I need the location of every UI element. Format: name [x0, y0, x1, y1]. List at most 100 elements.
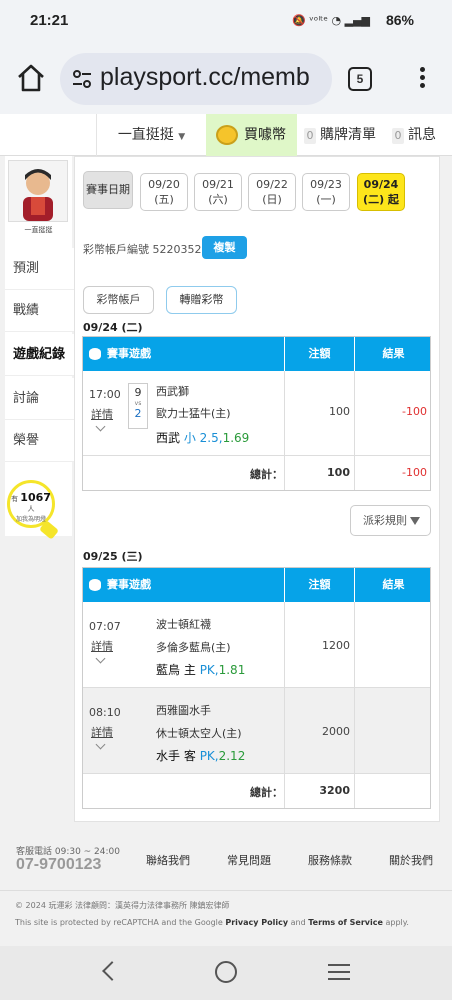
chevron-down-icon[interactable]: [95, 653, 106, 664]
account-id: 彩幣帳戶編號 52203525: [83, 243, 209, 256]
system-navigation-bar: [0, 946, 452, 1000]
database-icon: [89, 348, 101, 360]
bet-amount: 2000: [322, 725, 350, 738]
main-panel: 賽事日期 09/20 (五) 09/21 (六) 09/22 (日) 09/23…: [74, 156, 440, 822]
score-away: 9: [134, 386, 142, 399]
browser-toolbar: playsport.cc/memb 5: [0, 44, 452, 114]
sidebar-item-discussion[interactable]: 討論: [5, 378, 77, 420]
footer-link-contact[interactable]: 聯絡我們: [146, 852, 190, 868]
detail-link[interactable]: 詳情: [91, 406, 113, 422]
status-bar: 21:21 🔕 ᵛᵒˡᵗᵉ ◔ ▂▄▆ 86%: [0, 0, 452, 44]
bet-amount: 100: [329, 405, 350, 418]
terms-of-service-link[interactable]: Terms of Service: [308, 918, 383, 927]
privacy-policy-link[interactable]: Privacy Policy: [225, 918, 288, 927]
team-away: 波士頓紅襪: [156, 618, 211, 631]
tab-switcher-button[interactable]: 5: [348, 67, 372, 91]
home-circle-icon[interactable]: [215, 961, 237, 983]
date-button-0920[interactable]: 09/20 (五): [140, 173, 188, 211]
detail-link[interactable]: 詳情: [91, 724, 113, 740]
user-dropdown[interactable]: 一直挺挺 ▼: [96, 114, 206, 156]
date-button-0922[interactable]: 09/22 (日): [248, 173, 296, 211]
site-settings-icon[interactable]: [70, 67, 94, 91]
avatar-photo: [9, 161, 67, 221]
date-weekday: (日): [262, 193, 282, 206]
triangle-down-icon: [410, 517, 420, 525]
col-result: 結果: [354, 337, 432, 371]
detail-link[interactable]: 詳情: [91, 638, 113, 654]
game-table-0925: 賽事遊戲 注額 結果 07:07 詳情 波士頓紅襪 多倫多藍鳥(主) 藍鳥 主 …: [82, 567, 431, 809]
pick-side: 主: [183, 663, 196, 677]
date-button-0924[interactable]: 09/24 (二) 起: [357, 173, 405, 211]
pick-odds: 1.69: [222, 431, 250, 445]
battery-level: 86%: [385, 12, 414, 28]
game-time: 08:10: [89, 706, 121, 719]
footer-link-terms[interactable]: 服務條款: [308, 852, 352, 868]
phone-number[interactable]: 07-9700123: [16, 856, 101, 874]
day-heading: 09/24 (二): [83, 321, 143, 334]
date-button-0923[interactable]: 09/23 (一): [302, 173, 350, 211]
address-bar[interactable]: playsport.cc/memb: [60, 53, 332, 105]
tab-coin-account[interactable]: 彩幣帳戶: [83, 286, 154, 314]
pick-play: PK,: [199, 749, 219, 763]
fans-suffix: 人: [27, 505, 35, 513]
total-amount: 3200: [319, 784, 350, 797]
pick-team: 西武: [156, 431, 181, 445]
buy-coins-button[interactable]: 買噱幣: [206, 114, 297, 156]
vs-label: vs: [134, 400, 142, 407]
table-header: 賽事遊戲 注額 結果: [83, 568, 430, 602]
date-value: 09/20: [148, 178, 180, 191]
team-away: 西武獅: [156, 385, 189, 398]
team-home: 歐力士猛牛(主): [156, 407, 231, 420]
status-indicators: 🔕 ᵛᵒˡᵗᵉ ◔ ▂▄▆: [292, 14, 370, 27]
tab-transfer-coins[interactable]: 轉贈彩幣: [166, 286, 237, 314]
date-weekday: (六): [208, 193, 228, 206]
sidebar-item-game-history[interactable]: 遊戲紀錄: [5, 334, 77, 376]
total-result: -100: [402, 466, 427, 479]
payout-rules-label: 派彩規則: [363, 514, 407, 527]
total-row: 總計： 100 -100: [83, 456, 430, 490]
status-time: 21:21: [30, 12, 69, 29]
avatar[interactable]: [8, 160, 68, 222]
col-game: 賽事遊戲: [107, 347, 151, 360]
table-row: 07:07 詳情 波士頓紅襪 多倫多藍鳥(主) 藍鳥 主 PK,1.81 120…: [83, 602, 430, 688]
buy-coins-label: 買噱幣: [244, 127, 286, 143]
date-button-0921[interactable]: 09/21 (六): [194, 173, 242, 211]
date-value: 09/23: [310, 178, 342, 191]
total-label: 總計：: [250, 786, 283, 799]
cart-link[interactable]: 0 購牌清單: [304, 114, 376, 156]
col-result: 結果: [354, 568, 432, 602]
recent-apps-icon[interactable]: [328, 964, 350, 980]
chevron-down-icon[interactable]: [95, 421, 106, 432]
user-dropdown-label: 一直挺挺: [117, 127, 174, 143]
messages-link[interactable]: 0 訊息: [392, 114, 436, 156]
database-icon: [89, 579, 101, 591]
score-box: 9 vs 2: [128, 383, 148, 429]
sidebar-item-honors[interactable]: 榮譽: [5, 420, 77, 462]
total-amount: 100: [327, 466, 350, 479]
col-amount: 注額: [284, 337, 354, 371]
cart-count: 0: [304, 128, 316, 144]
sidebar-item-record[interactable]: 戰績: [5, 290, 77, 332]
sidebar-item-predictions[interactable]: 預測: [5, 248, 77, 290]
site-header: 一直挺挺 ▼ 買噱幣 0 購牌清單 0 訊息: [0, 114, 452, 156]
col-amount: 注額: [284, 568, 354, 602]
copy-button[interactable]: 複製: [202, 236, 247, 259]
team-home: 多倫多藍鳥(主): [156, 641, 231, 654]
site-footer: 客服電話 09:30 ~ 24:00 07-9700123 聯絡我們 常見問題 …: [0, 832, 452, 942]
pick: 藍鳥 主 PK,1.81: [156, 661, 245, 678]
chevron-down-icon[interactable]: [95, 739, 106, 750]
avatar-name: 一直挺挺: [24, 226, 53, 234]
sidebar: 一直挺挺 預測 戰績 遊戲紀錄 討論 榮譽 有 1067 人 加我為明燈: [5, 156, 77, 540]
date-weekday: (一): [316, 193, 336, 206]
browser-menu-icon[interactable]: [412, 64, 432, 94]
footer-divider: [0, 890, 452, 891]
date-value: 09/21: [202, 178, 234, 191]
pick-side: 客: [183, 749, 196, 763]
footer-link-about[interactable]: 關於我們: [389, 852, 433, 868]
footer-link-faq[interactable]: 常見問題: [227, 852, 271, 868]
table-row: 08:10 詳情 西雅圖水手 休士頓太空人(主) 水手 客 PK,2.12 20…: [83, 688, 430, 774]
back-icon[interactable]: [102, 961, 122, 981]
total-label: 總計：: [250, 468, 283, 481]
home-icon[interactable]: [14, 61, 48, 95]
payout-rules-button[interactable]: 派彩規則: [350, 505, 431, 536]
